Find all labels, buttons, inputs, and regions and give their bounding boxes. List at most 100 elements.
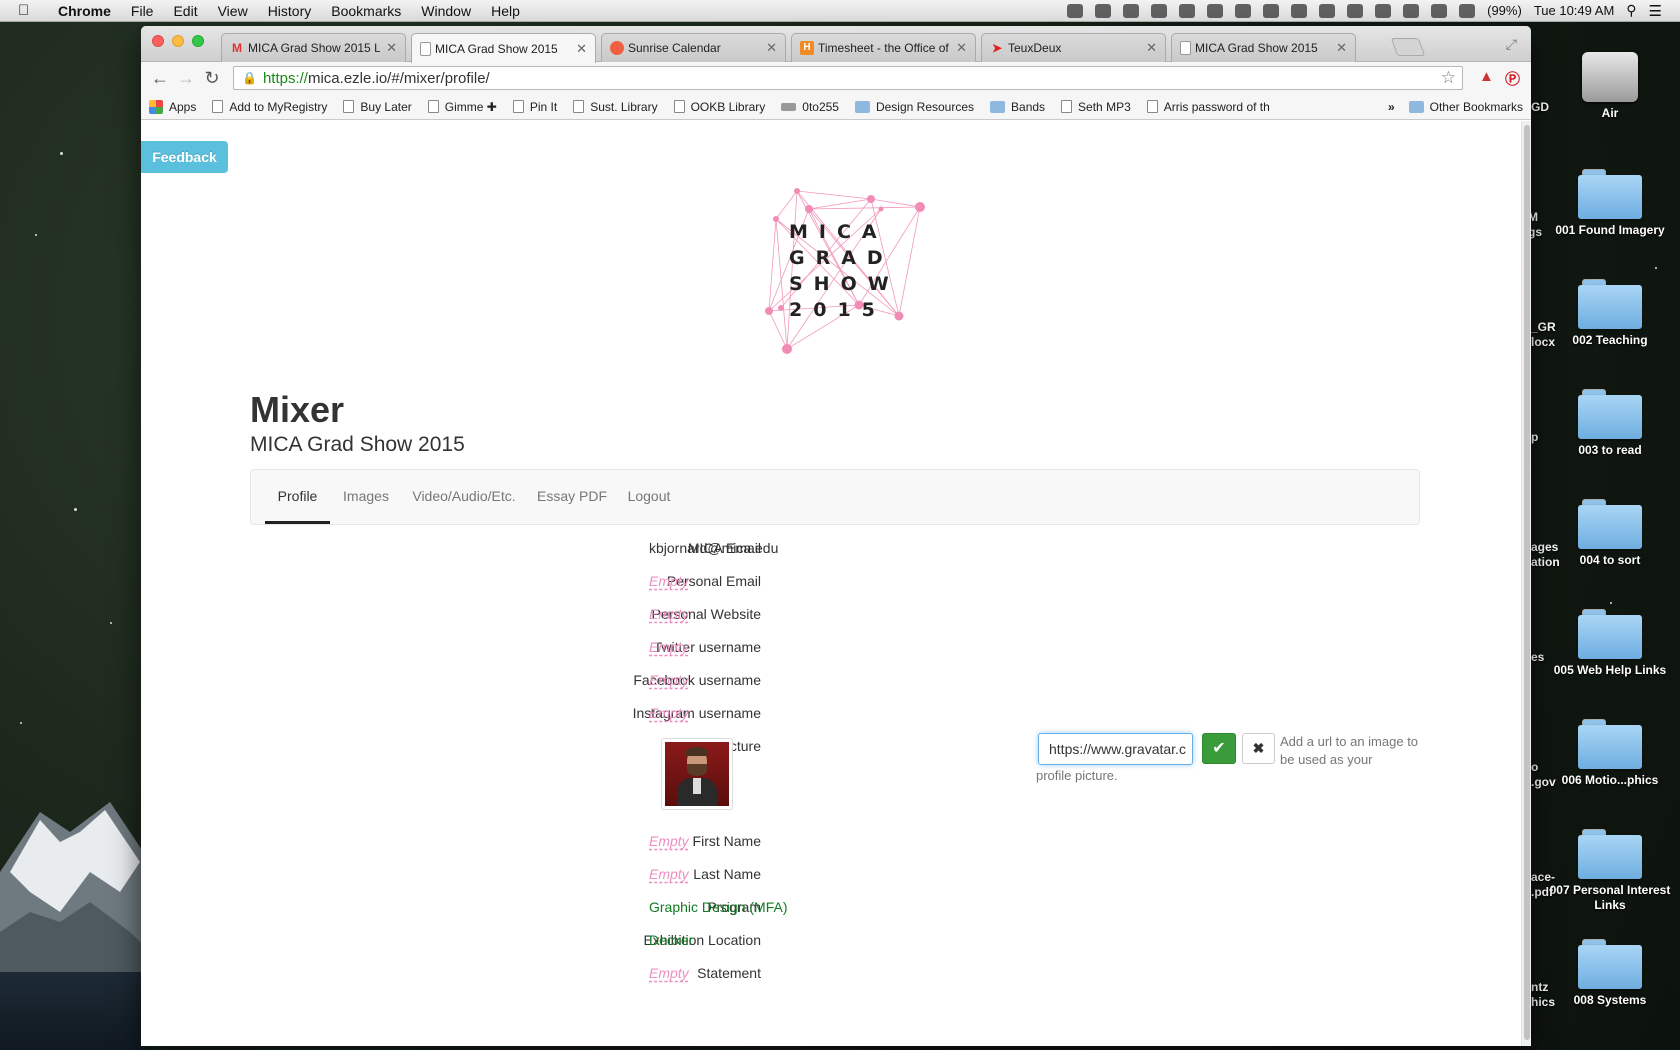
flame-icon[interactable]: [1151, 3, 1168, 18]
menu-view[interactable]: View: [218, 3, 248, 19]
bookmark-item[interactable]: Seth MP3: [1061, 100, 1131, 114]
menu-history[interactable]: History: [268, 3, 312, 19]
bookmark-item[interactable]: OOKB Library: [673, 100, 765, 114]
bookmark-item[interactable]: Sust. Library: [573, 100, 658, 114]
wifi-icon[interactable]: [1375, 3, 1392, 18]
link-icon[interactable]: [1235, 3, 1252, 18]
menu-window[interactable]: Window: [421, 3, 471, 19]
notification-list-icon[interactable]: ☰: [1649, 2, 1662, 20]
field-value-instagram[interactable]: Empty: [649, 705, 689, 721]
pinterest-icon[interactable]: Ⓟ: [1505, 68, 1520, 89]
desktop-partial-label[interactable]: o .gov: [1531, 760, 1591, 790]
field-value-first-name[interactable]: Empty: [649, 833, 689, 849]
bookmark-item[interactable]: Add to MyRegistry: [212, 100, 327, 114]
browser-tab[interactable]: H Timesheet - the Office of K ✕: [791, 33, 976, 62]
sync-icon[interactable]: [1291, 3, 1308, 18]
menubar-clock[interactable]: Tue 10:49 AM: [1534, 3, 1614, 18]
lock-icon[interactable]: 🔒: [242, 71, 257, 85]
hard-drive-icon: [1582, 52, 1638, 102]
other-bookmarks-folder[interactable]: Other Bookmarks: [1408, 100, 1523, 114]
display-icon[interactable]: [1319, 3, 1336, 18]
tab-images[interactable]: Images: [339, 470, 393, 524]
close-tab-icon[interactable]: ✕: [766, 40, 777, 56]
creative-cloud-icon[interactable]: [1123, 3, 1140, 18]
profile-picture-url-input[interactable]: https://www.gravatar.c: [1038, 733, 1193, 765]
back-icon[interactable]: ←: [147, 68, 173, 89]
close-tab-icon[interactable]: ✕: [386, 40, 397, 56]
confirm-checkmark-button[interactable]: ✔: [1202, 733, 1236, 764]
menu-app-name[interactable]: Chrome: [58, 3, 111, 19]
bookmark-item[interactable]: 0to255: [781, 100, 839, 114]
fullscreen-icon[interactable]: ⤢: [1506, 36, 1517, 53]
close-tab-icon[interactable]: ✕: [576, 41, 587, 57]
tab-video-audio[interactable]: Video/Audio/Etc.: [409, 470, 519, 524]
accessibility-icon[interactable]: [1263, 3, 1280, 18]
desktop-partial-label[interactable]: M gs: [1528, 210, 1588, 240]
bookmark-star-icon[interactable]: ☆: [1441, 68, 1456, 88]
desktop-partial-label[interactable]: ace- .pdf: [1531, 870, 1591, 900]
move-icon[interactable]: [1347, 3, 1364, 18]
field-value-exhibition-location[interactable]: Decker: [649, 932, 693, 948]
cancel-x-button[interactable]: ✖: [1242, 733, 1275, 764]
close-tab-icon[interactable]: ✕: [956, 40, 967, 56]
field-value-program[interactable]: Graphic Design (MFA): [649, 899, 787, 915]
desktop-folder-005[interactable]: 005 Web Help Links: [1540, 609, 1680, 678]
close-window-button[interactable]: [152, 35, 164, 47]
browser-tab-active[interactable]: MICA Grad Show 2015 ✕: [411, 33, 596, 63]
battery-icon[interactable]: [1459, 3, 1476, 18]
browser-tab[interactable]: MICA Grad Show 2015 ✕: [1171, 33, 1356, 62]
profile-picture-thumbnail[interactable]: [661, 738, 733, 810]
scrollbar-thumb[interactable]: [1524, 125, 1530, 1040]
bookmark-item[interactable]: Gimme ✚: [427, 100, 497, 114]
field-value-personal-website[interactable]: Empty: [649, 606, 689, 622]
menu-bookmarks[interactable]: Bookmarks: [331, 3, 401, 19]
tab-profile[interactable]: Profile: [265, 470, 330, 524]
bookmark-folder[interactable]: Design Resources: [854, 100, 974, 114]
field-value-personal-email[interactable]: Empty: [649, 573, 689, 589]
desktop-partial-label[interactable]: p: [1531, 430, 1591, 445]
minimize-window-button[interactable]: [172, 35, 184, 47]
browser-tab[interactable]: ➤ TeuxDeux ✕: [981, 33, 1166, 62]
close-tab-icon[interactable]: ✕: [1146, 40, 1157, 56]
dropbox-icon[interactable]: [1067, 3, 1084, 18]
paw-icon[interactable]: [1179, 3, 1196, 18]
field-value-last-name[interactable]: Empty: [649, 866, 689, 882]
field-value-statement[interactable]: Empty: [649, 965, 689, 981]
page-scrollbar[interactable]: [1521, 121, 1531, 1046]
search-icon[interactable]: ⚲: [1626, 2, 1636, 19]
desktop-partial-label[interactable]: es: [1531, 650, 1591, 665]
tab-logout[interactable]: Logout: [624, 470, 674, 524]
desktop-partial-label[interactable]: ages ation: [1531, 540, 1591, 570]
bookmarks-overflow-button[interactable]: »: [1388, 100, 1395, 114]
zoom-window-button[interactable]: [192, 35, 204, 47]
bookmark-folder[interactable]: Bands: [990, 100, 1045, 114]
field-value-twitter[interactable]: Empty: [649, 639, 689, 655]
field-value-facebook[interactable]: Empty: [649, 672, 689, 688]
desktop-partial-label[interactable]: GD: [1531, 100, 1591, 115]
tab-essay-pdf[interactable]: Essay PDF: [536, 470, 608, 524]
reload-icon[interactable]: ↻: [199, 68, 225, 89]
bookmark-item[interactable]: Arris password of th: [1146, 100, 1270, 114]
menu-file[interactable]: File: [131, 3, 154, 19]
browser-tab[interactable]: Sunrise Calendar ✕: [601, 33, 786, 62]
extension-icon[interactable]: ▲: [1479, 68, 1494, 85]
bookmark-apps[interactable]: Apps: [149, 99, 196, 114]
keyboard-icon[interactable]: [1431, 3, 1448, 18]
desktop-folder-003[interactable]: 003 to read: [1540, 389, 1680, 458]
close-tab-icon[interactable]: ✕: [1336, 40, 1347, 56]
browser-tab[interactable]: M MICA Grad Show 2015 Log ✕: [221, 33, 406, 62]
bookmark-item[interactable]: Buy Later: [343, 100, 412, 114]
bookmark-item[interactable]: Pin It: [512, 100, 557, 114]
new-tab-button[interactable]: [1390, 38, 1426, 56]
apple-icon[interactable]: : [18, 2, 36, 19]
address-bar[interactable]: 🔒 https://mica.ezle.io/#/mixer/profile/ …: [233, 66, 1463, 90]
forward-icon[interactable]: →: [173, 68, 199, 89]
menu-edit[interactable]: Edit: [173, 3, 197, 19]
desktop-partial-label[interactable]: _GR locx: [1531, 320, 1591, 350]
clipboard-icon[interactable]: [1207, 3, 1224, 18]
menu-help[interactable]: Help: [491, 3, 520, 19]
desktop-partial-label[interactable]: ntz hics: [1531, 980, 1591, 1010]
feedback-button[interactable]: Feedback: [141, 141, 228, 173]
drive-icon[interactable]: [1095, 3, 1112, 18]
volume-icon[interactable]: [1403, 3, 1420, 18]
